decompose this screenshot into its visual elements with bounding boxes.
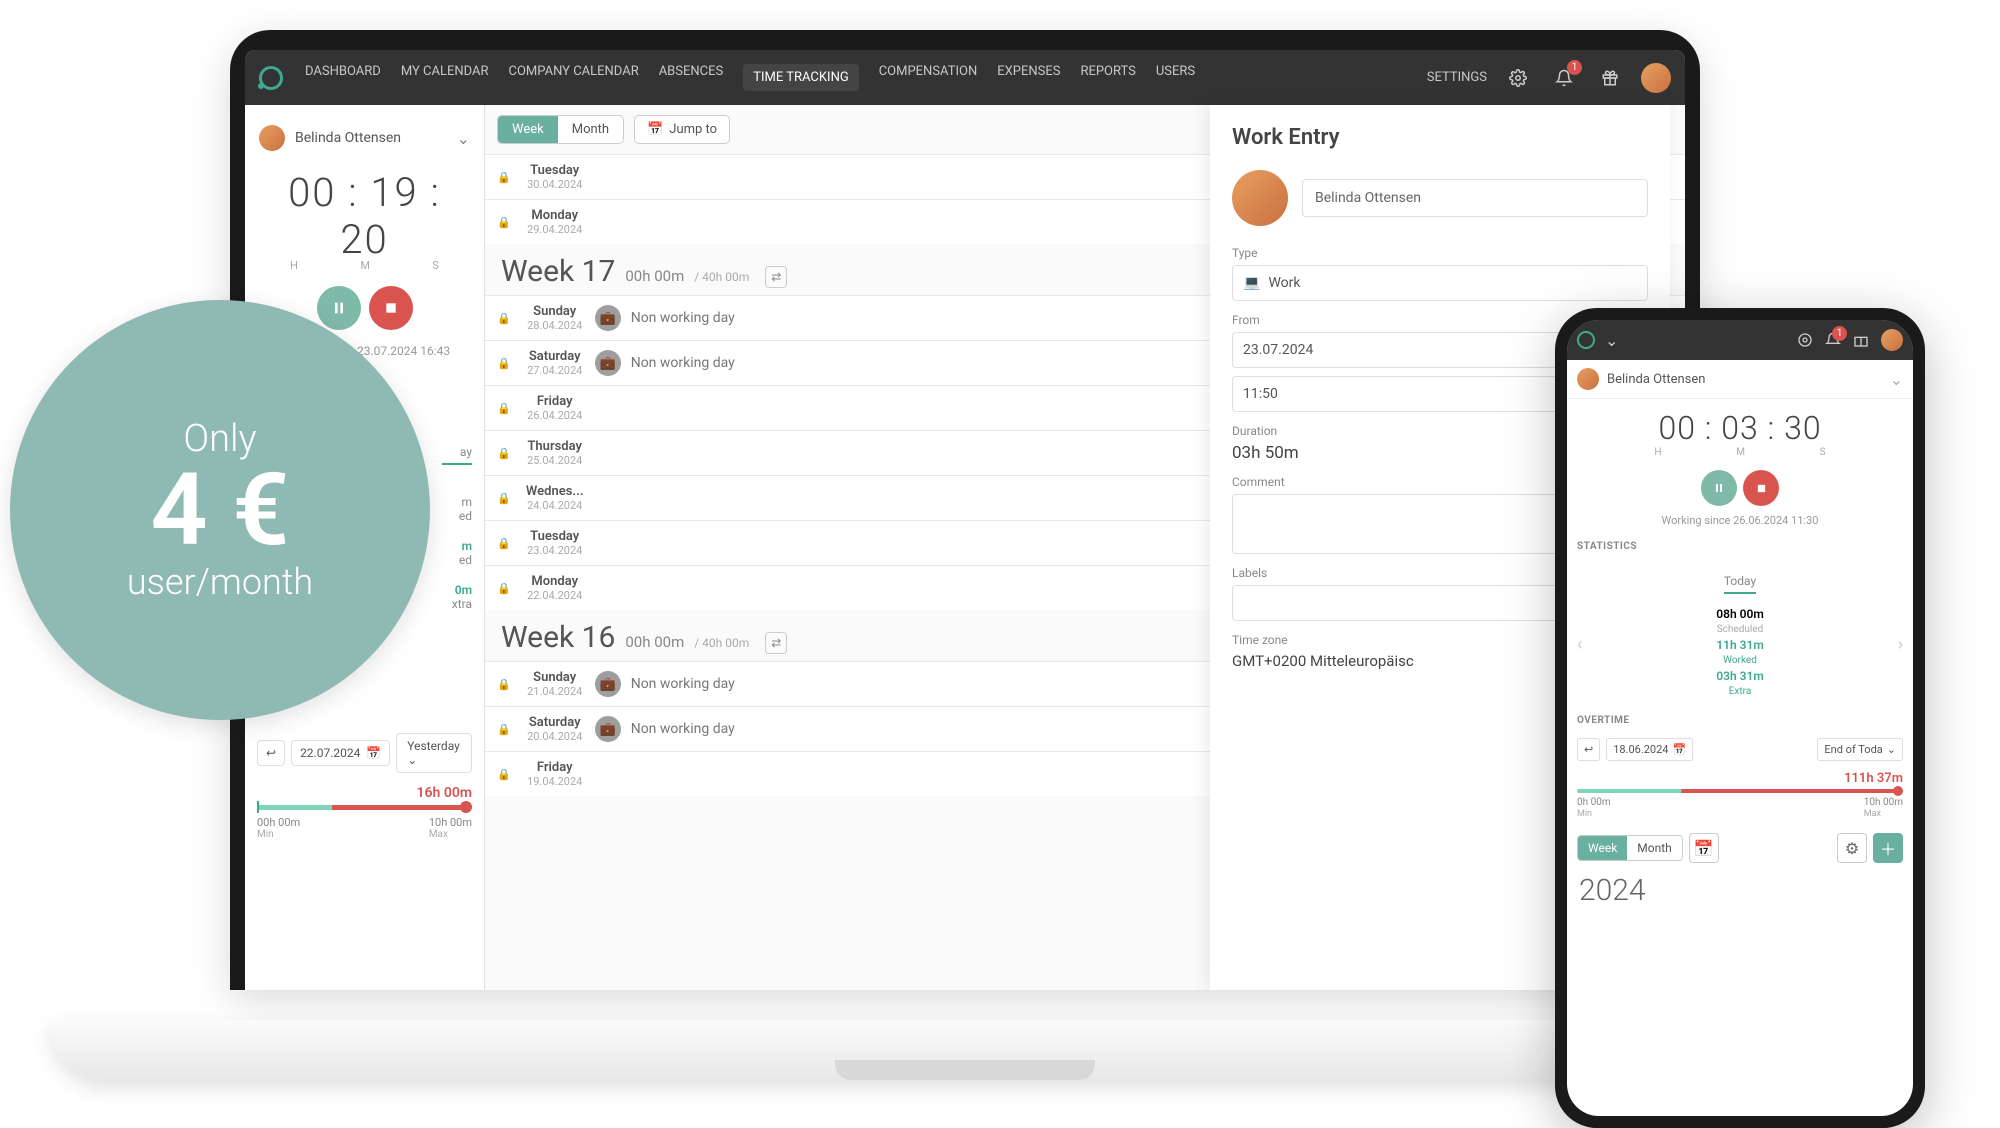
laptop-icon: 💻 — [1243, 275, 1260, 291]
lock-icon: 🔒 — [497, 492, 511, 505]
phone-year-label: 2024 — [1567, 871, 1913, 910]
nav-users[interactable]: USERS — [1156, 64, 1195, 91]
side-stats-partial: ay m ed m ed 0m xtra — [442, 445, 472, 611]
briefcase-icon: 💼 — [595, 350, 621, 376]
price-badge: Only 4 € user/month — [10, 300, 430, 720]
lock-icon: 🔒 — [497, 723, 511, 736]
shuffle-icon[interactable]: ⇄ — [765, 632, 787, 654]
date-picker[interactable]: 22.07.2024 📅 — [291, 740, 390, 766]
price-amount: 4 € — [150, 461, 289, 561]
calendar-icon: 📅 — [647, 122, 663, 137]
nav-compensation[interactable]: COMPENSATION — [879, 64, 978, 91]
phone-filter-button[interactable]: ⚙ — [1837, 833, 1867, 863]
lock-icon: 🔒 — [497, 171, 511, 184]
phone-user-avatar — [1577, 368, 1599, 390]
phone-avatar[interactable] — [1881, 329, 1903, 351]
we-avatar — [1232, 170, 1288, 226]
chevron-down-icon: ⌄ — [457, 129, 470, 148]
stop-button[interactable] — [369, 286, 413, 330]
lock-icon: 🔒 — [497, 402, 511, 415]
nav-absences[interactable]: ABSENCES — [659, 64, 724, 91]
phone-ot-back-button[interactable]: ↩ — [1577, 738, 1600, 761]
price-per: user/month — [127, 561, 313, 603]
date-back-button[interactable]: ↩ — [257, 740, 285, 766]
we-type-label: Type — [1232, 246, 1648, 260]
gift-icon[interactable] — [1595, 63, 1625, 93]
nav-time-tracking[interactable]: TIME TRACKING — [743, 64, 858, 91]
phone-calendar-button[interactable]: 📅 — [1689, 833, 1719, 863]
nav-dashboard[interactable]: DASHBOARD — [305, 64, 381, 91]
phone-topbar: ⌄ 1 — [1567, 320, 1913, 360]
phone-month-tab[interactable]: Month — [1627, 836, 1681, 860]
timer-display: 00 : 19 : 20 HMS — [259, 169, 470, 272]
calendar-icon: 📅 — [366, 746, 381, 760]
app-logo — [259, 66, 283, 90]
phone-bell-icon[interactable]: 1 — [1825, 332, 1841, 348]
phone-stats-label: STATISTICS — [1567, 535, 1913, 558]
phone-gear-icon[interactable] — [1797, 332, 1813, 348]
nav-expenses[interactable]: EXPENSES — [997, 64, 1060, 91]
nav-settings[interactable]: SETTINGS — [1427, 70, 1487, 85]
phone-logo — [1577, 331, 1595, 349]
phone-ot-preset[interactable]: End of Toda ⌄ — [1817, 738, 1903, 761]
phone-stats-prev[interactable]: ‹ — [1577, 634, 1582, 655]
phone-ot-value: 111h 37m — [1577, 771, 1903, 786]
phone-gift-icon[interactable] — [1853, 332, 1869, 348]
top-nav: DASHBOARD MY CALENDAR COMPANY CALENDAR A… — [245, 50, 1685, 105]
chevron-down-icon: ⌄ — [1890, 370, 1903, 389]
lock-icon: 🔒 — [497, 768, 511, 781]
laptop-mockup: DASHBOARD MY CALENDAR COMPANY CALENDAR A… — [230, 30, 1700, 1030]
briefcase-icon: 💼 — [595, 671, 621, 697]
work-entry-title: Work Entry — [1232, 125, 1648, 150]
lock-icon: 🔒 — [497, 537, 511, 550]
month-tab[interactable]: Month — [558, 116, 623, 143]
phone-timer: 00 : 03 : 30 HMS — [1567, 399, 1913, 462]
shuffle-icon[interactable]: ⇄ — [765, 266, 787, 288]
notif-badge: 1 — [1567, 60, 1582, 75]
week-tab[interactable]: Week — [498, 116, 558, 143]
lock-icon: 🔒 — [497, 357, 511, 370]
phone-add-button[interactable]: ＋ — [1873, 833, 1903, 863]
phone-overtime-label: OVERTIME — [1567, 709, 1913, 732]
phone-user-selector[interactable]: Belinda Ottensen ⌄ — [1567, 360, 1913, 399]
briefcase-icon: 💼 — [595, 716, 621, 742]
phone-pause-button[interactable] — [1701, 470, 1737, 506]
bell-icon[interactable]: 1 — [1549, 63, 1579, 93]
lock-icon: 🔒 — [497, 312, 511, 325]
lock-icon: 🔒 — [497, 678, 511, 691]
jump-to-button[interactable]: 📅Jump to — [634, 115, 730, 144]
briefcase-icon: 💼 — [595, 305, 621, 331]
lock-icon: 🔒 — [497, 447, 511, 460]
phone-stop-button[interactable] — [1743, 470, 1779, 506]
nav-reports[interactable]: REPORTS — [1080, 64, 1135, 91]
we-type-select[interactable]: 💻Work — [1232, 265, 1648, 301]
phone-stats-next[interactable]: › — [1898, 634, 1903, 655]
nav-company-calendar[interactable]: COMPANY CALENDAR — [509, 64, 639, 91]
date-preset-select[interactable]: Yesterday ⌄ — [396, 733, 472, 773]
user-selector-name: Belinda Ottensen — [295, 130, 447, 146]
user-avatar[interactable] — [1641, 63, 1671, 93]
laptop-notch — [835, 1060, 1095, 1080]
overtime-bar — [257, 805, 472, 810]
we-user-field[interactable]: Belinda Ottensen — [1302, 179, 1648, 217]
lock-icon: 🔒 — [497, 582, 511, 595]
view-segment: Week Month — [497, 115, 624, 144]
gear-icon[interactable] — [1503, 63, 1533, 93]
phone-since: Working since 26.06.2024 11:30 — [1567, 514, 1913, 527]
nav-my-calendar[interactable]: MY CALENDAR — [401, 64, 489, 91]
phone-mockup: ⌄ 1 Belinda Ottensen ⌄ 00 : 03 : 30 HMS … — [1555, 308, 1925, 1128]
phone-ot-bar — [1577, 789, 1903, 793]
chevron-down-icon[interactable]: ⌄ — [1605, 331, 1618, 350]
user-selector-avatar — [259, 125, 285, 151]
overtime-value: 16h 00m — [257, 785, 472, 801]
phone-today-tab[interactable]: Today — [1724, 574, 1756, 594]
user-selector[interactable]: Belinda Ottensen ⌄ — [259, 119, 470, 157]
lock-icon: 🔒 — [497, 216, 511, 229]
phone-ot-date-picker[interactable]: 18.06.2024 📅 — [1606, 738, 1693, 761]
phone-stats-card: ‹ › Today 08h 00m Scheduled 11h 31m Work… — [1571, 558, 1909, 709]
phone-week-tab[interactable]: Week — [1578, 836, 1627, 860]
pause-button[interactable] — [317, 286, 361, 330]
